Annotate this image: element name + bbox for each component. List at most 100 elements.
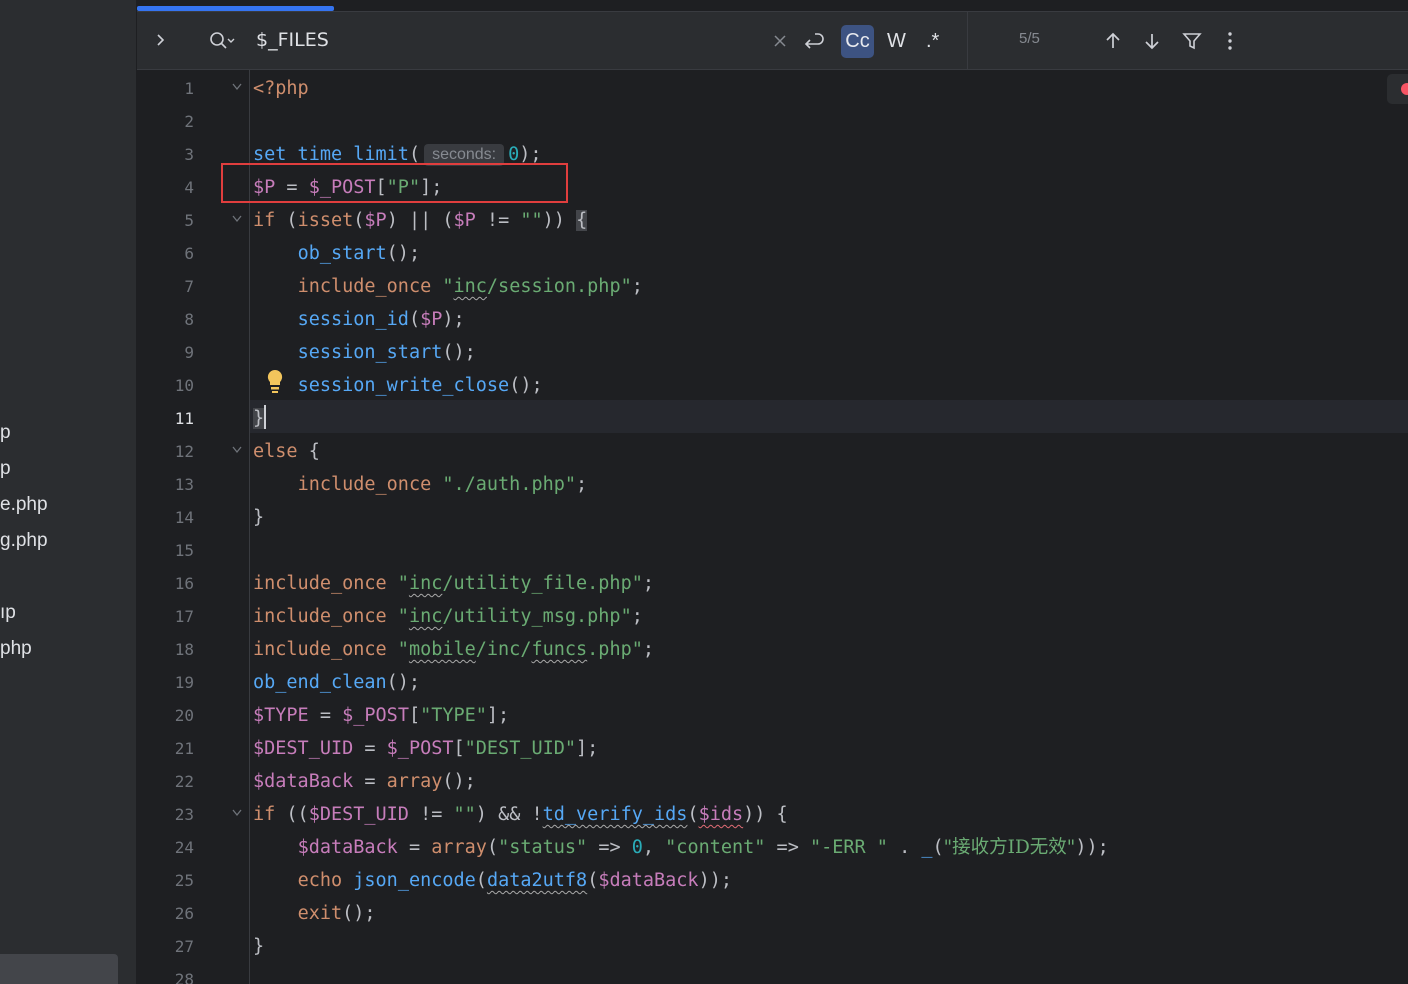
function-call: data2utf8 — [486, 870, 588, 891]
string: "" — [520, 210, 543, 231]
line-number: 12 — [174, 442, 194, 461]
code-line: session_id($P); — [253, 303, 465, 336]
variable: $P — [453, 210, 476, 231]
operator: != — [408, 804, 454, 825]
punctuation: ( — [475, 870, 487, 891]
punctuation: [ — [408, 705, 421, 726]
punctuation: ; — [631, 606, 643, 627]
string: "-ERR " — [809, 837, 888, 858]
string: inc — [408, 606, 443, 627]
regex-toggle[interactable]: .* — [926, 25, 939, 58]
string: /utility_file.php" — [442, 573, 643, 594]
whole-words-toggle[interactable]: W — [887, 25, 906, 58]
punctuation: } — [253, 936, 265, 957]
line-number: 6 — [184, 244, 194, 263]
code-line: exit(); — [253, 897, 376, 930]
new-line-icon[interactable] — [802, 30, 824, 52]
search-history-icon[interactable] — [209, 31, 237, 51]
keyword: exit — [297, 903, 343, 924]
punctuation: )) { — [743, 804, 788, 825]
string: /utility_msg.php" — [442, 606, 632, 627]
variable: $P — [420, 309, 443, 330]
text-caret — [264, 405, 267, 429]
function-call: ob_end_clean — [253, 672, 387, 693]
line-number: 10 — [174, 376, 194, 395]
string: " — [442, 276, 454, 297]
code-line: } — [253, 402, 267, 435]
keyword: isset — [297, 210, 354, 231]
function-call: session_start — [297, 342, 443, 363]
variable: $_POST — [342, 705, 409, 726]
file-tree-item-label: p — [0, 422, 11, 443]
string: "./auth.php" — [442, 474, 577, 495]
file-tree-item-label: php — [0, 638, 32, 659]
punctuation: [ — [453, 738, 465, 759]
operator: != — [475, 210, 521, 231]
file-tree-item-label: p — [0, 458, 11, 479]
operator: = — [353, 738, 387, 759]
punctuation: ); — [442, 309, 465, 330]
keyword: array — [431, 837, 487, 858]
filter-icon[interactable] — [1182, 31, 1202, 51]
line-number: 8 — [184, 310, 194, 329]
matched-brace: { — [576, 210, 588, 231]
code-line: } — [253, 501, 264, 534]
line-number: 23 — [174, 805, 194, 824]
code-line: include_once "inc/utility_file.php"; — [253, 567, 654, 600]
line-number: 18 — [174, 640, 194, 659]
fold-chevron-icon[interactable] — [232, 215, 242, 225]
expand-replace-icon[interactable] — [154, 33, 168, 47]
string: /session.php" — [486, 276, 632, 297]
keyword: if — [253, 210, 276, 231]
line-number: 17 — [174, 607, 194, 626]
match-count: 5/5 — [1019, 30, 1040, 47]
match-case-toggle[interactable]: Cc — [841, 25, 874, 58]
string: "" — [453, 804, 476, 825]
punctuation: ; — [642, 573, 654, 594]
variable: $dataBack — [253, 771, 354, 792]
lightbulb-icon[interactable] — [265, 368, 285, 394]
divider — [967, 12, 968, 69]
function-call: _ — [921, 837, 933, 858]
previous-occurrence-icon[interactable] — [1103, 31, 1123, 51]
line-number: 16 — [174, 574, 194, 593]
string: "status" — [498, 837, 588, 858]
search-input[interactable]: $_FILES — [256, 26, 329, 54]
clear-search-icon[interactable] — [774, 35, 786, 47]
error-dot-icon — [1401, 83, 1408, 95]
function-call: ob_start — [297, 243, 387, 264]
matched-brace: } — [253, 408, 265, 429]
punctuation: (); — [509, 375, 543, 396]
code-editor: $_FILES Cc W .* 5/5 1 2 3 4 5 6 7 8 9 10 11 12 13 14 1… — [137, 0, 1408, 984]
string: funcs — [531, 639, 588, 660]
problems-indicator[interactable] — [1387, 74, 1408, 104]
fold-chevron-icon[interactable] — [232, 446, 242, 456]
code-line: $DEST_UID = $_POST["DEST_UID"]; — [253, 732, 598, 765]
line-number: 1 — [184, 79, 194, 98]
fold-chevron-icon[interactable] — [232, 83, 242, 93]
line-number: 4 — [184, 178, 194, 197]
function-call: td_verify_ids — [542, 804, 688, 825]
more-options-icon[interactable] — [1225, 31, 1235, 51]
fold-chevron-icon[interactable] — [232, 809, 242, 819]
file-tree-selected-row[interactable] — [0, 954, 118, 984]
code-line: else { — [253, 435, 320, 468]
code-line: session_write_close(); — [253, 369, 543, 402]
operator: ) || ( — [386, 210, 454, 231]
keyword: if — [253, 804, 276, 825]
keyword: echo — [297, 870, 343, 891]
string: mobile — [408, 639, 476, 660]
line-number: 9 — [184, 343, 194, 362]
line-number: 27 — [174, 937, 194, 956]
next-occurrence-icon[interactable] — [1142, 31, 1162, 51]
current-line-highlight — [137, 400, 1408, 433]
line-number: 15 — [174, 541, 194, 560]
code-line: session_start(); — [253, 336, 476, 369]
line-number: 5 — [184, 211, 194, 230]
variable: $dataBack — [297, 837, 398, 858]
line-number: 25 — [174, 871, 194, 890]
keyword: else — [253, 441, 298, 462]
number: 0 — [508, 144, 520, 165]
keyword: include_once — [253, 639, 387, 660]
operator: . — [887, 837, 922, 858]
